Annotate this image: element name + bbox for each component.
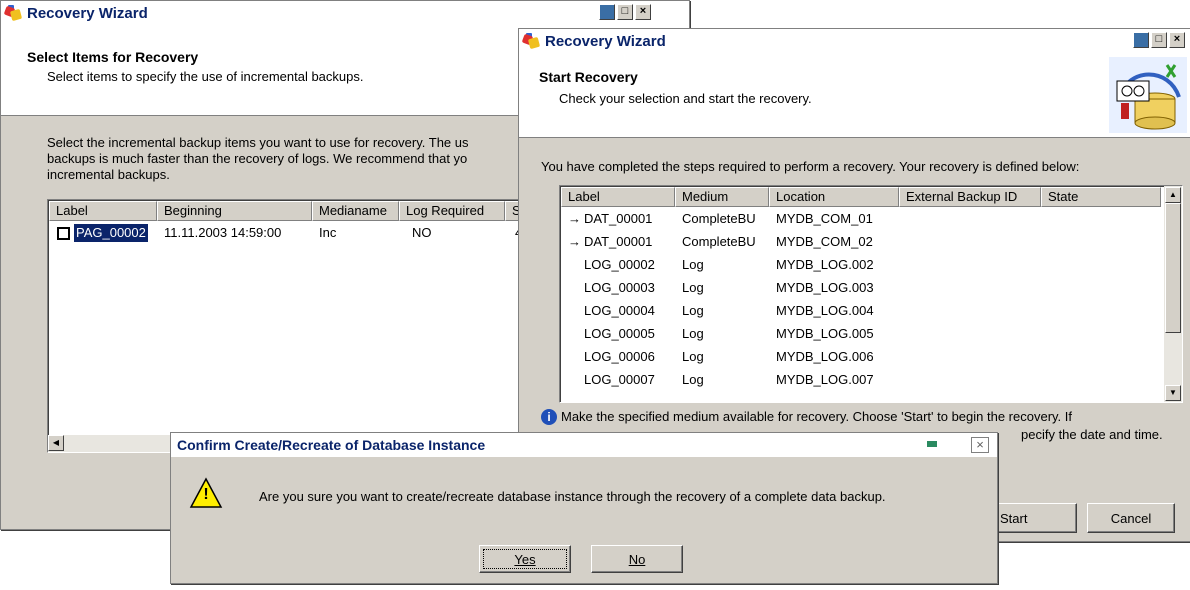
minimize-icon[interactable] xyxy=(1133,32,1149,48)
cell-label: PAG_00002 xyxy=(73,223,149,243)
scroll-down-icon[interactable]: ▼ xyxy=(1165,385,1181,401)
row-arrow-icon: → xyxy=(568,211,581,226)
close-icon[interactable]: × xyxy=(635,4,651,20)
cell-location: MYDB_LOG.004 xyxy=(776,303,874,318)
back-intro-line-3: incremental backups. xyxy=(47,167,170,182)
back-intro-line-1: Select the incremental backup items you … xyxy=(47,135,469,150)
maximize-icon[interactable]: □ xyxy=(1151,32,1167,48)
col-header-location[interactable]: Location xyxy=(769,187,899,207)
warning-icon: ! xyxy=(189,477,223,509)
col-header-medianame[interactable]: Medianame xyxy=(312,201,399,221)
maximize-icon[interactable]: □ xyxy=(617,4,633,20)
recovery-items-list[interactable]: Label Medium Location External Backup ID… xyxy=(559,185,1183,403)
scroll-thumb[interactable] xyxy=(1165,203,1181,333)
row-checkbox[interactable] xyxy=(57,227,70,240)
col-header-log-required[interactable]: Log Required xyxy=(399,201,505,221)
start-button[interactable]: Start xyxy=(989,503,1077,533)
minimize-icon[interactable] xyxy=(927,441,937,447)
front-window-title: Recovery Wizard xyxy=(545,33,666,50)
cell-label: LOG_00007 xyxy=(584,372,655,387)
database-recovery-icon xyxy=(1109,57,1187,133)
vertical-scrollbar[interactable]: ▲ ▼ xyxy=(1164,186,1182,402)
col-header-beginning[interactable]: Beginning xyxy=(157,201,312,221)
front-title-bar[interactable]: Recovery Wizard □ × xyxy=(519,29,1190,55)
info-line-2: pecify the date and time. xyxy=(1021,427,1163,442)
list-item[interactable]: → DAT_00001 CompleteBU MYDB_COM_01 xyxy=(560,208,1160,231)
back-window-title: Recovery Wizard xyxy=(27,5,148,22)
cell-location: MYDB_COM_01 xyxy=(776,211,873,226)
info-line-1: Make the specified medium available for … xyxy=(561,409,1073,424)
cell-medium: Log xyxy=(682,280,704,295)
scroll-up-icon[interactable]: ▲ xyxy=(1165,187,1181,203)
dialog-title: Confirm Create/Recreate of Database Inst… xyxy=(177,437,486,453)
cell-location: MYDB_LOG.005 xyxy=(776,326,874,341)
cell-beginning: 11.11.2003 14:59:00 xyxy=(164,225,282,240)
col-header-medium[interactable]: Medium xyxy=(675,187,769,207)
cell-label: DAT_00001 xyxy=(584,211,653,226)
cell-medium: Log xyxy=(682,257,704,272)
minimize-icon[interactable] xyxy=(599,4,615,20)
cell-label: LOG_00002 xyxy=(584,257,655,272)
close-icon[interactable]: × xyxy=(971,437,989,453)
yes-button[interactable]: Yes xyxy=(479,545,571,573)
list-item[interactable]: LOG_00007 Log MYDB_LOG.007 xyxy=(560,369,1160,392)
recovery-wizard-app-icon xyxy=(521,33,541,50)
cell-location: MYDB_LOG.006 xyxy=(776,349,874,364)
list-item[interactable]: LOG_00006 Log MYDB_LOG.006 xyxy=(560,346,1160,369)
close-icon[interactable]: × xyxy=(1169,32,1185,48)
cell-location: MYDB_COM_02 xyxy=(776,234,873,249)
col-header-label[interactable]: Label xyxy=(561,187,675,207)
cell-location: MYDB_LOG.003 xyxy=(776,280,874,295)
cell-location: MYDB_LOG.002 xyxy=(776,257,874,272)
front-header-title: Start Recovery xyxy=(539,69,638,85)
cell-label: LOG_00005 xyxy=(584,326,655,341)
no-button[interactable]: No xyxy=(591,545,683,573)
cell-medium: CompleteBU xyxy=(682,211,756,226)
cell-medianame: Inc xyxy=(319,225,337,240)
back-header-title: Select Items for Recovery xyxy=(27,49,199,65)
col-header-external-backup-id[interactable]: External Backup ID xyxy=(899,187,1041,207)
cell-medium: Log xyxy=(682,349,704,364)
cancel-button[interactable]: Cancel xyxy=(1087,503,1175,533)
warning-glyph: ! xyxy=(203,486,209,503)
col-header-state[interactable]: State xyxy=(1041,187,1161,207)
list-item[interactable]: LOG_00004 Log MYDB_LOG.004 xyxy=(560,300,1160,323)
cell-label: LOG_00004 xyxy=(584,303,655,318)
list-item[interactable]: LOG_00003 Log MYDB_LOG.003 xyxy=(560,277,1160,300)
confirm-dialog: Confirm Create/Recreate of Database Inst… xyxy=(170,432,998,584)
info-icon: i xyxy=(541,409,557,425)
recovery-wizard-app-icon xyxy=(3,5,23,22)
back-header-subtitle: Select items to specify the use of incre… xyxy=(47,69,364,84)
cell-location: MYDB_LOG.007 xyxy=(776,372,874,387)
back-intro-line-2: backups is much faster than the recovery… xyxy=(47,151,468,166)
col-header-label[interactable]: Label xyxy=(49,201,157,221)
cell-medium: Log xyxy=(682,372,704,387)
front-header-panel: Start Recovery Check your selection and … xyxy=(519,55,1190,138)
front-intro-text: You have completed the steps required to… xyxy=(541,159,1080,174)
cell-log-required: NO xyxy=(412,225,432,240)
back-intro-text: Select the incremental backup items you … xyxy=(47,135,517,183)
back-title-bar[interactable]: Recovery Wizard □ × xyxy=(1,1,689,27)
dialog-message: Are you sure you want to create/recreate… xyxy=(259,489,886,504)
cell-medium: Log xyxy=(682,326,704,341)
cell-label: LOG_00006 xyxy=(584,349,655,364)
cell-label: LOG_00003 xyxy=(584,280,655,295)
dialog-title-bar[interactable]: Confirm Create/Recreate of Database Inst… xyxy=(171,433,997,457)
incremental-backup-list[interactable]: Label Beginning Medianame Log Required S… xyxy=(47,199,549,453)
table-row[interactable]: PAG_00002 11.11.2003 14:59:00 Inc NO 4 xyxy=(48,222,548,244)
scroll-left-icon[interactable]: ◀ xyxy=(48,435,64,451)
list-item[interactable]: → DAT_00001 CompleteBU MYDB_COM_02 xyxy=(560,231,1160,254)
cell-medium: CompleteBU xyxy=(682,234,756,249)
cell-medium: Log xyxy=(682,303,704,318)
row-arrow-icon: → xyxy=(568,234,581,249)
front-header-subtitle: Check your selection and start the recov… xyxy=(559,91,812,106)
cell-label: DAT_00001 xyxy=(584,234,653,249)
list-item[interactable]: LOG_00002 Log MYDB_LOG.002 xyxy=(560,254,1160,277)
list-item[interactable]: LOG_00005 Log MYDB_LOG.005 xyxy=(560,323,1160,346)
